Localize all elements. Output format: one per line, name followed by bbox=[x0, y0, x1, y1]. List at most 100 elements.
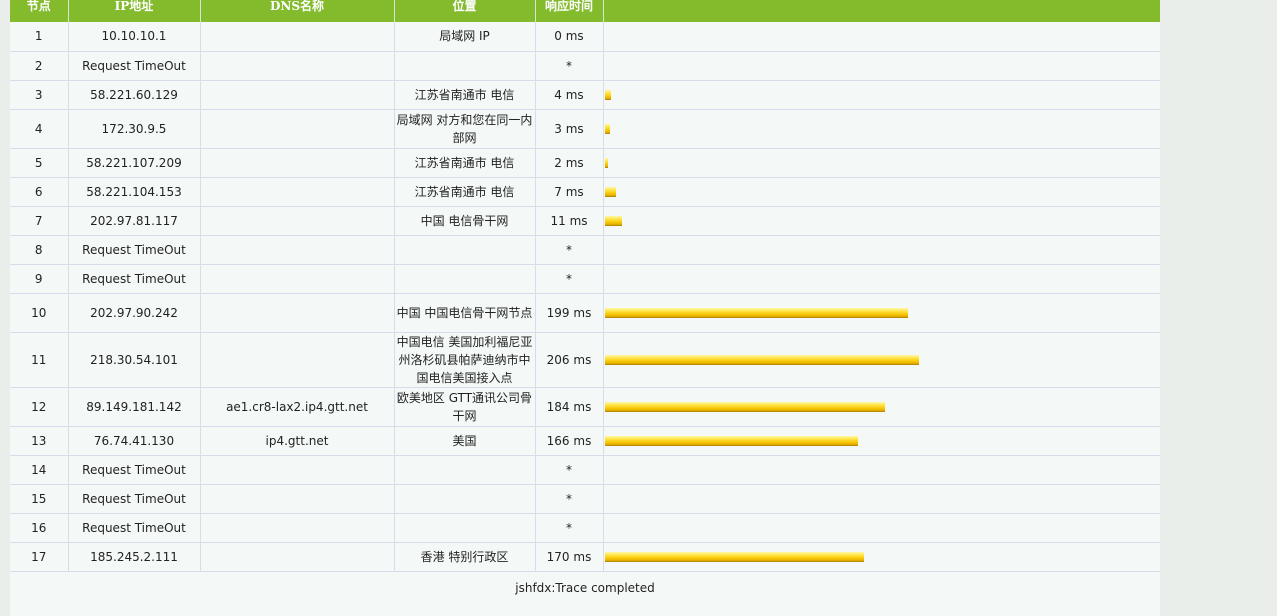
hop-cell: 3 bbox=[10, 80, 69, 110]
response-time-cell: 4 ms bbox=[535, 80, 604, 110]
location-cell: 中国 中国电信骨干网节点 bbox=[394, 293, 536, 333]
latency-bar-cell bbox=[603, 109, 1160, 149]
hop-cell: 16 bbox=[10, 513, 69, 543]
ip-cell: 218.30.54.101 bbox=[68, 332, 201, 388]
header-ip: IP地址 bbox=[68, 0, 201, 22]
header-response-time: 响应时间 bbox=[535, 0, 604, 22]
ip-cell: 172.30.9.5 bbox=[68, 109, 201, 149]
table-row: 10 202.97.90.242 中国 中国电信骨干网节点 199 ms bbox=[10, 293, 1160, 333]
response-time-cell: 206 ms bbox=[535, 332, 604, 388]
latency-bar-cell bbox=[603, 51, 1160, 81]
traceroute-body: 1 10.10.10.1 局域网 IP 0 ms 2 Request TimeOut * 3 5… bbox=[10, 22, 1160, 572]
location-cell: 江苏省南通市 电信 bbox=[394, 80, 536, 110]
response-time-cell: 199 ms bbox=[535, 293, 604, 333]
latency-bar-cell bbox=[603, 235, 1160, 265]
response-time-cell: 2 ms bbox=[535, 148, 604, 178]
hop-cell: 2 bbox=[10, 51, 69, 81]
latency-bar-cell bbox=[603, 148, 1160, 178]
header-dns: DNS名称 bbox=[200, 0, 395, 22]
header-location: 位置 bbox=[394, 0, 536, 22]
ip-cell: 202.97.81.117 bbox=[68, 206, 201, 236]
location-cell: 欧美地区 GTT通讯公司骨干网 bbox=[394, 387, 536, 427]
dns-cell bbox=[200, 80, 395, 110]
latency-bar-cell bbox=[603, 80, 1160, 110]
table-row: 14 Request TimeOut * bbox=[10, 455, 1160, 485]
latency-bar-cell bbox=[603, 484, 1160, 514]
ip-cell: 58.221.60.129 bbox=[68, 80, 201, 110]
latency-bar-cell bbox=[603, 264, 1160, 294]
hop-cell: 13 bbox=[10, 426, 69, 456]
dns-cell bbox=[200, 264, 395, 294]
table-row: 12 89.149.181.142 ae1.cr8-lax2.ip4.gtt.net… bbox=[10, 387, 1160, 427]
table-row: 13 76.74.41.130 ip4.gtt.net 美国 166 ms bbox=[10, 426, 1160, 456]
hop-cell: 5 bbox=[10, 148, 69, 178]
hop-cell: 7 bbox=[10, 206, 69, 236]
table-row: 6 58.221.104.153 江苏省南通市 电信 7 ms bbox=[10, 177, 1160, 207]
table-row: 15 Request TimeOut * bbox=[10, 484, 1160, 514]
latency-bar bbox=[604, 355, 919, 365]
response-time-cell: * bbox=[535, 513, 604, 543]
latency-bar-cell bbox=[603, 387, 1160, 427]
latency-bar bbox=[604, 436, 858, 446]
latency-bar-cell bbox=[603, 513, 1160, 543]
hop-cell: 12 bbox=[10, 387, 69, 427]
header-bar bbox=[603, 0, 1160, 22]
hop-cell: 6 bbox=[10, 177, 69, 207]
latency-bar bbox=[604, 187, 616, 197]
response-time-cell: * bbox=[535, 264, 604, 294]
dns-cell bbox=[200, 235, 395, 265]
table-row: 16 Request TimeOut * bbox=[10, 513, 1160, 543]
ip-cell: Request TimeOut bbox=[68, 484, 201, 514]
latency-bar-cell bbox=[603, 455, 1160, 485]
header-hop: 节点 bbox=[10, 0, 69, 22]
table-row: 5 58.221.107.209 江苏省南通市 电信 2 ms bbox=[10, 148, 1160, 178]
response-time-cell: 11 ms bbox=[535, 206, 604, 236]
ip-cell: 10.10.10.1 bbox=[68, 22, 201, 52]
hop-cell: 4 bbox=[10, 109, 69, 149]
latency-bar-cell bbox=[603, 426, 1160, 456]
dns-cell: ae1.cr8-lax2.ip4.gtt.net bbox=[200, 387, 395, 427]
hop-cell: 11 bbox=[10, 332, 69, 388]
dns-cell bbox=[200, 177, 395, 207]
table-row: 17 185.245.2.111 香港 特别行政区 170 ms bbox=[10, 542, 1160, 572]
dns-cell bbox=[200, 22, 395, 52]
dns-cell bbox=[200, 542, 395, 572]
latency-bar bbox=[604, 402, 885, 412]
ip-cell: 89.149.181.142 bbox=[68, 387, 201, 427]
dns-cell bbox=[200, 148, 395, 178]
traceroute-table: 节点 IP地址 DNS名称 位置 响应时间 1 10.10.10.1 局域网 IP 0… bbox=[10, 0, 1160, 612]
location-cell bbox=[394, 235, 536, 265]
hop-cell: 1 bbox=[10, 22, 69, 52]
ip-cell: 58.221.104.153 bbox=[68, 177, 201, 207]
location-cell bbox=[394, 455, 536, 485]
location-cell: 局域网 对方和您在同一内部网 bbox=[394, 109, 536, 149]
dns-cell bbox=[200, 332, 395, 388]
location-cell: 中国 电信骨干网 bbox=[394, 206, 536, 236]
hop-cell: 14 bbox=[10, 455, 69, 485]
response-time-cell: 184 ms bbox=[535, 387, 604, 427]
latency-bar bbox=[604, 158, 608, 168]
location-cell: 中国电信 美国加利福尼亚州洛杉矶县帕萨迪纳市中国电信美国接入点 bbox=[394, 332, 536, 388]
dns-cell: ip4.gtt.net bbox=[200, 426, 395, 456]
hop-cell: 17 bbox=[10, 542, 69, 572]
ip-cell: Request TimeOut bbox=[68, 51, 201, 81]
ip-cell: Request TimeOut bbox=[68, 513, 201, 543]
table-row: 7 202.97.81.117 中国 电信骨干网 11 ms bbox=[10, 206, 1160, 236]
table-row: 9 Request TimeOut * bbox=[10, 264, 1160, 294]
response-time-cell: 3 ms bbox=[535, 109, 604, 149]
ip-cell: 58.221.107.209 bbox=[68, 148, 201, 178]
response-time-cell: * bbox=[535, 235, 604, 265]
dns-cell bbox=[200, 109, 395, 149]
latency-bar-cell bbox=[603, 293, 1160, 333]
table-row: 4 172.30.9.5 局域网 对方和您在同一内部网 3 ms bbox=[10, 109, 1160, 149]
location-cell: 江苏省南通市 电信 bbox=[394, 148, 536, 178]
latency-bar bbox=[604, 552, 864, 562]
latency-bar bbox=[604, 90, 611, 100]
latency-bar-cell bbox=[603, 206, 1160, 236]
hop-cell: 10 bbox=[10, 293, 69, 333]
ip-cell: 185.245.2.111 bbox=[68, 542, 201, 572]
dns-cell bbox=[200, 513, 395, 543]
status-row: jshfdx:Trace completed bbox=[10, 571, 1160, 612]
latency-bar-cell bbox=[603, 332, 1160, 388]
hop-cell: 8 bbox=[10, 235, 69, 265]
